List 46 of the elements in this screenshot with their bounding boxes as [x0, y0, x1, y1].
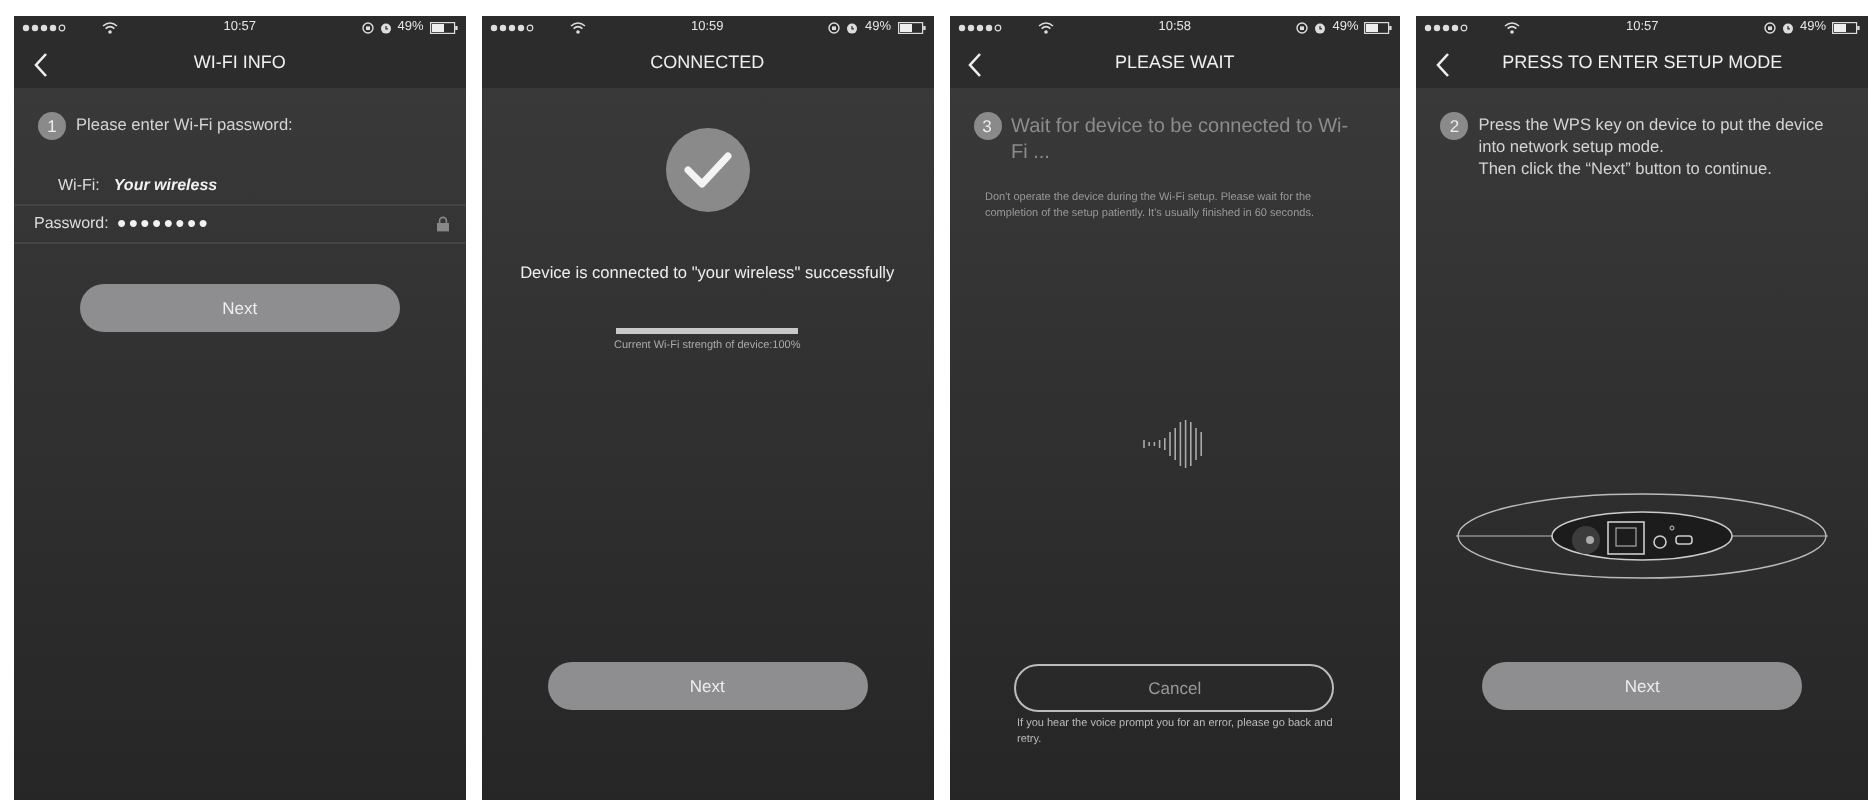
wifi-icon — [102, 22, 118, 34]
wifi-icon — [1504, 22, 1521, 34]
battery-icon — [897, 22, 925, 34]
screen-title: PRESS TO ENTER SETUP MODE — [1502, 50, 1783, 77]
cancel-button[interactable]: Cancel — [1014, 664, 1335, 712]
next-button[interactable]: Next — [79, 284, 400, 332]
step-number: 2 — [1440, 112, 1469, 140]
screen-title: CONNECTED — [650, 50, 765, 77]
wifi-icon — [569, 22, 586, 34]
back-button[interactable] — [965, 50, 985, 78]
step-number: 3 — [973, 112, 1001, 140]
wifi-icon — [1037, 22, 1053, 34]
signal-icon — [22, 24, 66, 32]
instruction-text: Then click the “Next” button to continue. — [1478, 158, 1774, 180]
back-button[interactable] — [1432, 50, 1453, 78]
battery-icon — [1832, 22, 1860, 34]
back-button[interactable] — [30, 50, 50, 78]
instruction-text: Please enter Wi-Fi password: — [76, 114, 293, 136]
alarm-icon — [1314, 22, 1327, 34]
field-label: Wi-Fi: — [58, 174, 100, 198]
signal-icon — [1424, 24, 1469, 32]
screen-title: PLEASE WAIT — [1115, 50, 1235, 77]
field-value[interactable]: ●●●●●●●● — [116, 212, 211, 236]
rotation-lock-icon — [828, 22, 841, 34]
rotation-lock-icon — [1763, 22, 1776, 34]
next-button[interactable]: Next — [547, 662, 868, 710]
screen-title: WI-FI INFO — [193, 50, 286, 77]
instruction-text: Wait for device to be connected to Wi-Fi ... — [1011, 114, 1351, 166]
next-button[interactable]: Next — [1482, 662, 1803, 710]
battery-icon — [1364, 22, 1393, 34]
rotation-lock-icon — [361, 22, 374, 34]
step-number: 1 — [38, 112, 66, 140]
rotation-lock-icon — [1296, 22, 1309, 34]
battery-icon — [429, 22, 458, 34]
alarm-icon — [379, 22, 392, 34]
checkmark-icon — [665, 128, 750, 212]
field-value: Your wireless — [113, 174, 218, 198]
signal-icon — [489, 24, 534, 32]
signal-icon — [957, 24, 1001, 32]
success-message: Device is connected to "your wireless" successfully — [518, 260, 897, 285]
sound-wave-icon — [1142, 417, 1207, 469]
alarm-icon — [1781, 22, 1794, 34]
instruction-text: Press the WPS key on device to put the device into network setup mode. — [1478, 114, 1826, 158]
alarm-icon — [846, 22, 859, 34]
field-label: Password: — [34, 212, 109, 236]
lock-icon — [435, 216, 450, 232]
